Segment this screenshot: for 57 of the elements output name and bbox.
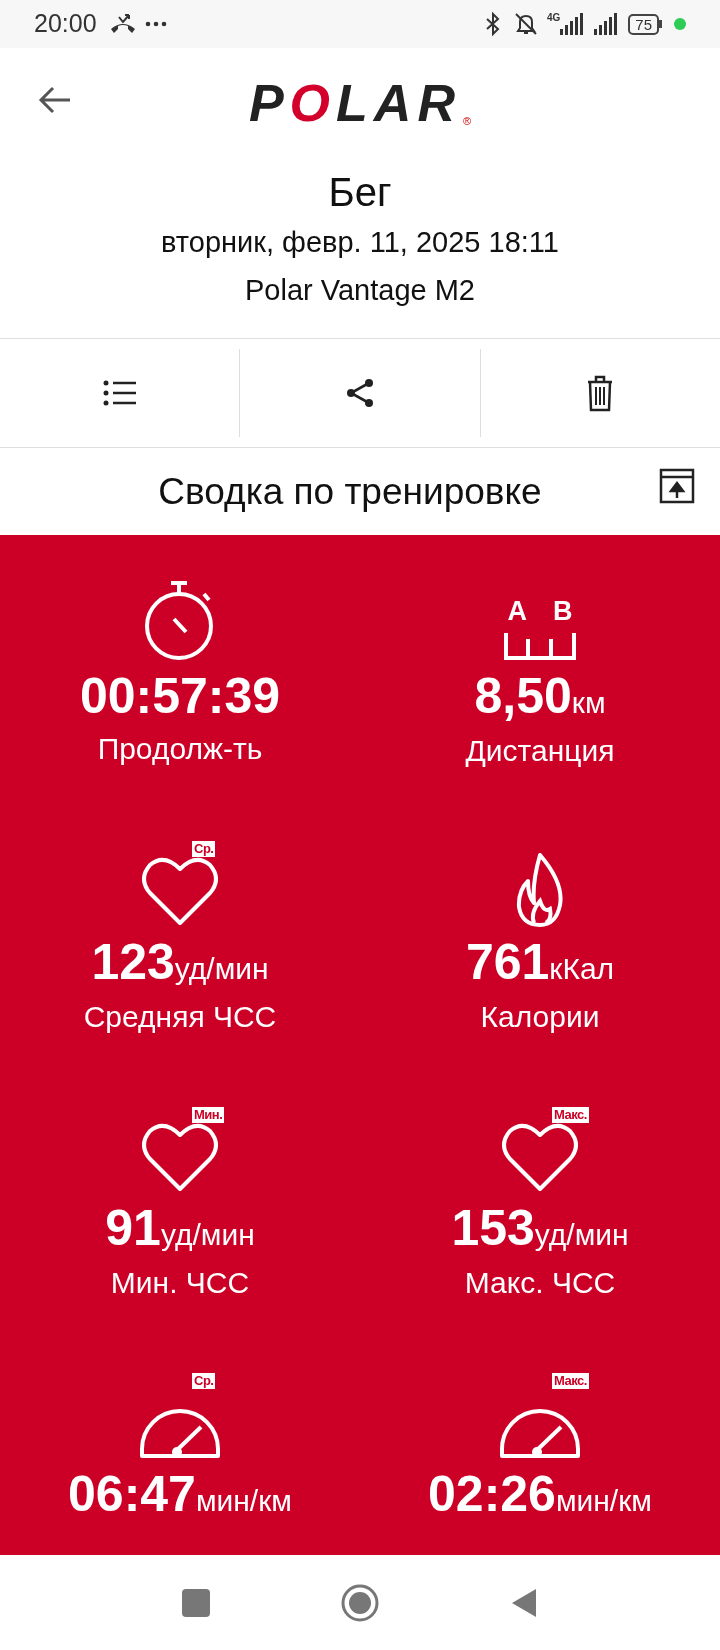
stat-unit: кКал [549, 951, 615, 987]
stat-badge: Макс. [552, 1107, 589, 1123]
stat-label: Калории [480, 999, 600, 1035]
network-type: 4G [546, 13, 561, 23]
recent-apps-button[interactable] [182, 1588, 210, 1617]
missed-call-icon [108, 13, 137, 35]
stat-unit: мин/км [555, 1483, 652, 1519]
stat-value: 00:57:39 [79, 669, 281, 723]
home-button[interactable] [340, 1582, 380, 1623]
point-label: B [553, 598, 573, 625]
back-button[interactable] [510, 1586, 538, 1619]
section-title: Сводка по тренировке [158, 469, 542, 514]
bluetooth-icon [484, 12, 501, 36]
stat-value: 761 [465, 935, 550, 989]
stat-label: Продолж-ть [97, 731, 263, 767]
ruler-icon [504, 631, 576, 661]
stat-unit: км [571, 685, 606, 721]
stat-unit: уд/мин [534, 1218, 629, 1253]
stat-unit: уд/мин [160, 1218, 255, 1253]
bell-off-icon [512, 12, 539, 36]
stat-label: Средняя ЧСС [83, 999, 277, 1035]
stat-value: 153 [451, 1201, 535, 1255]
status-time: 20:00 [34, 8, 97, 40]
more-icon [144, 21, 167, 27]
trademark-sign: ® [462, 113, 472, 129]
stopwatch-icon [144, 579, 216, 661]
stat-label: Дистанция [465, 733, 615, 769]
trash-icon[interactable] [586, 374, 615, 412]
list-icon[interactable] [102, 379, 137, 407]
stat-value: 8,50 [474, 669, 572, 723]
heart-icon [502, 1121, 578, 1193]
stat-value: 06:47 [68, 1467, 196, 1521]
activity-date: вторник, февр. 11, 2025 18:11 [161, 225, 559, 260]
stat-label: Макс. ЧСС [464, 1265, 616, 1301]
flame-icon [514, 853, 566, 927]
stat-unit: уд/мин [174, 952, 269, 987]
stat-value: 123 [91, 935, 175, 989]
share-icon[interactable] [345, 378, 375, 408]
stat-unit: мин/км [195, 1483, 292, 1519]
battery-indicator: 75 [628, 13, 662, 35]
gauge-icon [139, 1407, 221, 1459]
stat-badge: Ср. [192, 1373, 216, 1389]
activity-title: Бег [328, 169, 392, 216]
stat-badge: Мин. [192, 1107, 225, 1123]
stat-badge: Ср. [192, 841, 216, 857]
stat-value: 91 [105, 1201, 161, 1255]
back-icon[interactable] [38, 85, 72, 115]
stat-badge: Макс. [552, 1373, 589, 1389]
export-icon[interactable] [659, 468, 695, 504]
stat-label: Мин. ЧСС [110, 1265, 250, 1301]
point-label: A [507, 598, 527, 625]
gauge-icon [499, 1407, 581, 1459]
device-name: Polar Vantage M2 [245, 273, 475, 308]
heart-icon [142, 1121, 218, 1193]
stat-value: 02:26 [428, 1467, 556, 1521]
brand-logo: POLAR [248, 77, 461, 129]
heart-icon [142, 855, 218, 927]
